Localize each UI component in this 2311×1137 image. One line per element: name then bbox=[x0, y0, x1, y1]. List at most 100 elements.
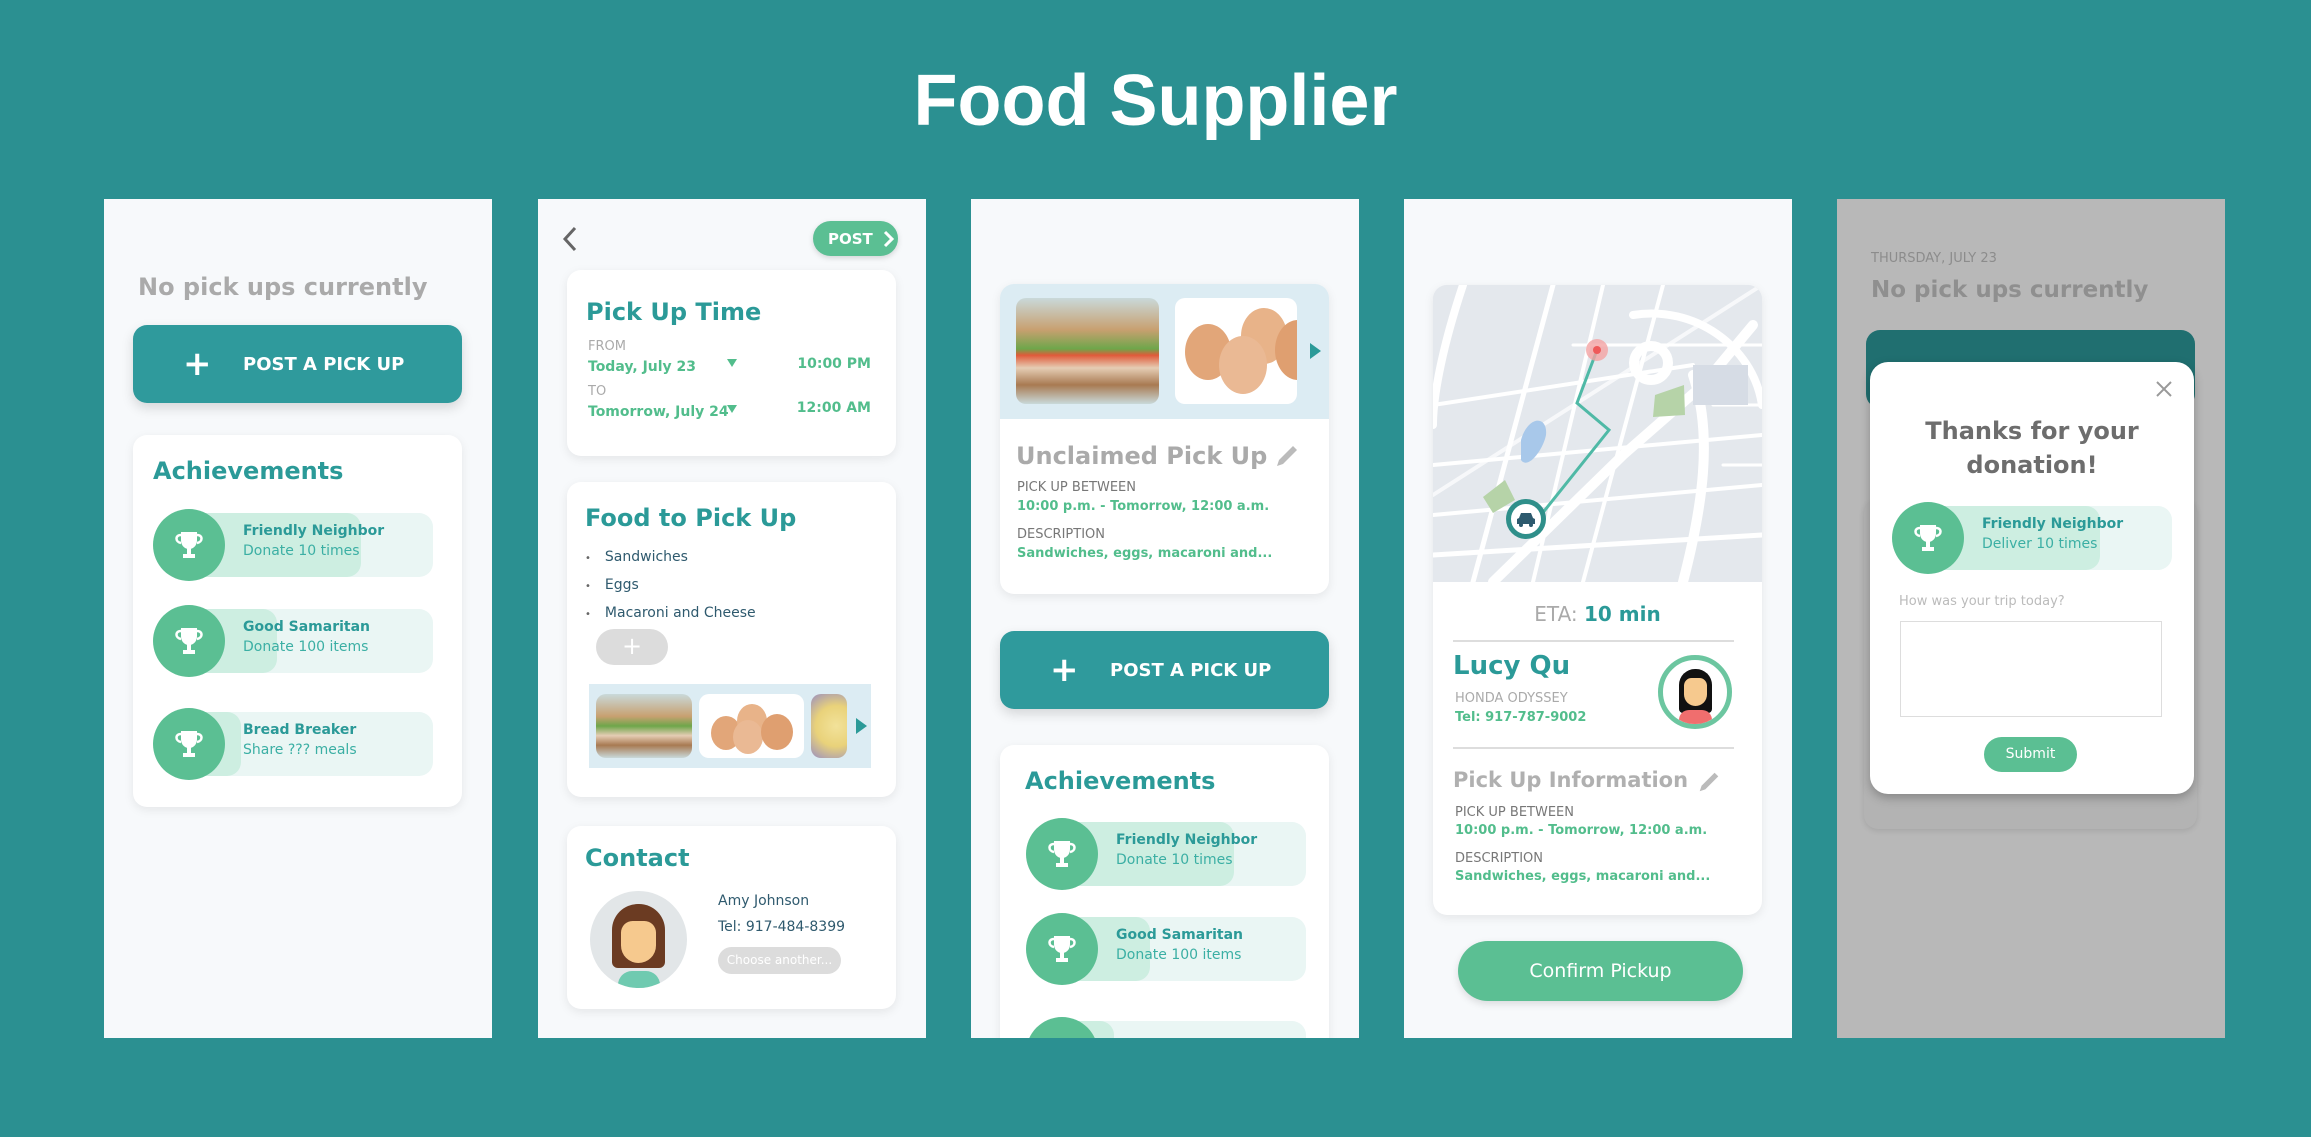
screen-home-empty: No pick ups currently + POST A PICK UP A… bbox=[104, 199, 492, 1038]
between-value: 10:00 p.m. - Tomorrow, 12:00 a.m. bbox=[1017, 499, 1270, 514]
choose-another-button[interactable]: Choose another... bbox=[718, 947, 841, 974]
pickup-info-title: Pick Up Information bbox=[1453, 768, 1689, 792]
achievement-desc: Donate 100 items bbox=[243, 639, 369, 655]
divider bbox=[1453, 640, 1734, 642]
achievement-item[interactable]: Friendly Neighbor Donate 10 times bbox=[153, 509, 433, 581]
add-food-button[interactable]: + bbox=[596, 629, 668, 665]
vehicle: HONDA ODYSSEY bbox=[1455, 691, 1568, 706]
empty-message: No pick ups currently bbox=[138, 273, 428, 301]
route-map[interactable] bbox=[1433, 285, 1762, 582]
confirm-pickup-button[interactable]: Confirm Pickup bbox=[1458, 941, 1743, 1001]
food-image-carousel bbox=[589, 684, 871, 768]
food-list-item: • Eggs bbox=[585, 572, 756, 600]
feedback-input[interactable] bbox=[1900, 621, 2162, 717]
submit-button[interactable]: Submit bbox=[1984, 737, 2077, 772]
eta-label: ETA: bbox=[1534, 602, 1578, 626]
post-pickup-button[interactable]: + POST A PICK UP bbox=[1000, 631, 1329, 709]
description-value: Sandwiches, eggs, macaroni and... bbox=[1455, 869, 1711, 884]
dropdown-icon bbox=[727, 359, 737, 367]
achievement-item[interactable]: Friendly Neighbor Donate 10 times bbox=[1026, 818, 1306, 890]
post-button[interactable]: POST bbox=[813, 221, 898, 256]
driver-card: ETA: 10 min Lucy Qu HONDA ODYSSEY Tel: 9… bbox=[1433, 285, 1762, 915]
achievement-item[interactable]: Friendly Neighbor Deliver 10 times bbox=[1892, 502, 2172, 574]
trophy-icon bbox=[153, 605, 225, 677]
from-date-select[interactable]: Today, July 23 bbox=[588, 356, 738, 376]
post-pickup-label: POST A PICK UP bbox=[243, 353, 405, 375]
screen-unclaimed-pickup: Unclaimed Pick Up PICK UP BETWEEN 10:00 … bbox=[971, 199, 1359, 1038]
back-button[interactable] bbox=[560, 225, 580, 253]
pickup-time-title: Pick Up Time bbox=[586, 298, 762, 326]
contact-card: Contact Amy Johnson Tel: 917-484-8399 Ch… bbox=[567, 826, 896, 1009]
unclaimed-pickup-card[interactable]: Unclaimed Pick Up PICK UP BETWEEN 10:00 … bbox=[1000, 284, 1329, 594]
screen-post-pickup: POST Pick Up Time FROM Today, July 23 10… bbox=[538, 199, 926, 1038]
achievement-name: Friendly Neighbor bbox=[1982, 516, 2124, 532]
achievement-item[interactable]: Good Samaritan Donate 100 items bbox=[1026, 913, 1306, 985]
trophy-icon bbox=[1026, 913, 1098, 985]
close-icon[interactable] bbox=[2155, 380, 2173, 398]
pickup-time-card: Pick Up Time FROM Today, July 23 10:00 P… bbox=[567, 270, 896, 456]
map-svg bbox=[1433, 285, 1762, 582]
description-value: Sandwiches, eggs, macaroni and... bbox=[1017, 546, 1273, 561]
macaroni-image[interactable] bbox=[811, 694, 847, 758]
contact-phone: Tel: 917-484-8399 bbox=[718, 919, 846, 935]
achievement-item[interactable]: Bread Breaker Share ??? meals bbox=[153, 708, 433, 780]
bullet-icon: • bbox=[585, 609, 591, 620]
modal-title-line1: Thanks for your bbox=[1925, 417, 2139, 445]
between-label: PICK UP BETWEEN bbox=[1017, 480, 1136, 495]
plus-icon: + bbox=[183, 344, 212, 384]
screen-thanks-modal: THURSDAY, JULY 23 No pick ups currently … bbox=[1837, 199, 2225, 1038]
pencil-icon[interactable] bbox=[1696, 769, 1722, 795]
eggs-image[interactable] bbox=[699, 694, 804, 758]
achievement-name: Good Samaritan bbox=[1116, 927, 1243, 943]
car-marker-icon bbox=[1506, 499, 1546, 539]
achievement-desc: Donate 100 items bbox=[1116, 947, 1242, 963]
eggs-image[interactable] bbox=[1175, 298, 1297, 404]
trophy-icon bbox=[1026, 818, 1098, 890]
trophy-icon bbox=[1892, 502, 1964, 574]
pencil-icon[interactable] bbox=[1273, 442, 1301, 470]
thanks-modal: Thanks for your donation! Friendly Neigh… bbox=[1870, 362, 2194, 794]
achievement-name: Bread Breaker bbox=[243, 722, 357, 738]
bullet-icon: • bbox=[585, 553, 591, 564]
to-label: TO bbox=[588, 384, 607, 399]
modal-title-line2: donation! bbox=[1966, 451, 2098, 479]
food-title: Food to Pick Up bbox=[585, 504, 797, 532]
achievement-desc: Share ??? meals bbox=[243, 742, 357, 758]
post-pickup-label: POST A PICK UP bbox=[1110, 659, 1272, 681]
achievements-card: Achievements Friendly Neighbor Donate 10… bbox=[133, 435, 462, 807]
contact-name: Amy Johnson bbox=[718, 893, 810, 909]
from-time[interactable]: 10:00 PM bbox=[797, 356, 871, 372]
food-item-label: Macaroni and Cheese bbox=[604, 605, 756, 621]
description-label: DESCRIPTION bbox=[1455, 851, 1543, 866]
achievement-name: Good Samaritan bbox=[243, 619, 370, 635]
achievement-item[interactable] bbox=[1026, 1017, 1306, 1038]
sandwich-image[interactable] bbox=[1016, 298, 1159, 404]
achievements-title: Achievements bbox=[1025, 767, 1216, 795]
food-item-label: Eggs bbox=[604, 577, 639, 593]
achievement-desc: Donate 10 times bbox=[243, 543, 360, 559]
achievements-title: Achievements bbox=[153, 457, 344, 485]
post-pickup-button[interactable]: + POST A PICK UP bbox=[133, 325, 462, 403]
achievement-item[interactable]: Good Samaritan Donate 100 items bbox=[153, 605, 433, 677]
date-label: THURSDAY, JULY 23 bbox=[1871, 251, 1997, 266]
feedback-label: How was your trip today? bbox=[1899, 594, 2065, 609]
chevron-left-icon bbox=[562, 226, 577, 252]
post-label: POST bbox=[828, 229, 873, 248]
achievement-desc: Donate 10 times bbox=[1116, 852, 1233, 868]
contact-title: Contact bbox=[585, 844, 690, 872]
driver-name: Lucy Qu bbox=[1453, 651, 1571, 681]
carousel-next-icon[interactable] bbox=[856, 718, 867, 734]
to-time[interactable]: 12:00 AM bbox=[797, 400, 871, 416]
achievement-desc: Deliver 10 times bbox=[1982, 536, 2098, 552]
dropdown-icon bbox=[727, 405, 737, 413]
food-item-label: Sandwiches bbox=[604, 549, 688, 565]
plus-icon: + bbox=[1050, 650, 1079, 690]
sandwich-image[interactable] bbox=[596, 694, 692, 758]
from-date: Today, July 23 bbox=[588, 359, 697, 375]
between-label: PICK UP BETWEEN bbox=[1455, 805, 1574, 820]
carousel-next-icon[interactable] bbox=[1310, 343, 1321, 359]
driver-phone[interactable]: Tel: 917-787-9002 bbox=[1455, 710, 1586, 725]
divider bbox=[1453, 747, 1734, 749]
unclaimed-title: Unclaimed Pick Up bbox=[1016, 442, 1268, 470]
to-date-select[interactable]: Tomorrow, July 24 bbox=[588, 401, 738, 421]
